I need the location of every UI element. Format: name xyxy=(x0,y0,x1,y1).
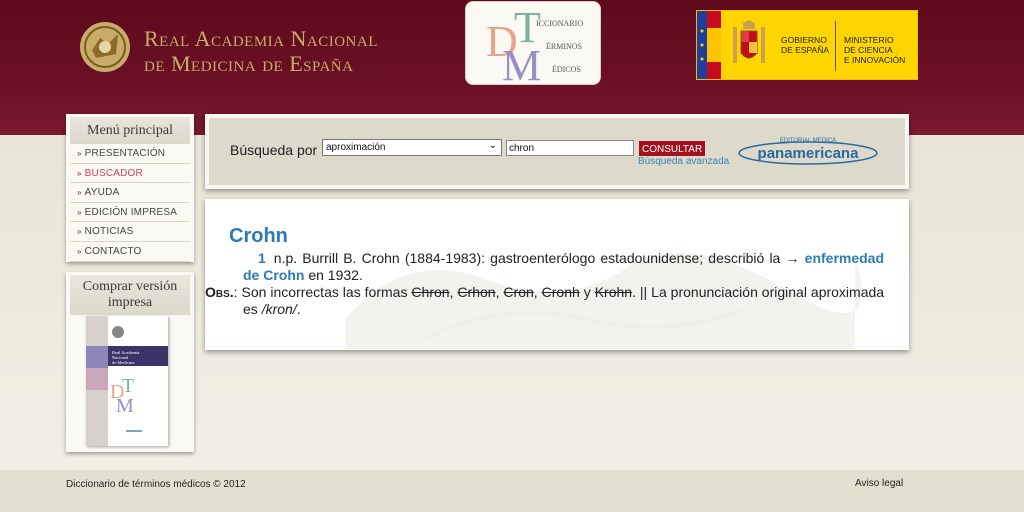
svg-text:M: M xyxy=(116,395,134,417)
gobierno-divider xyxy=(835,21,836,71)
chevron-down-icon: ⌄ xyxy=(488,140,497,151)
result-definition: 1 n.p. Burrill B. Crohn (1884-1983): gast… xyxy=(205,250,884,318)
ministerio-line3: E INNOVACIÓN xyxy=(844,55,906,65)
incorrect-form: Chron xyxy=(411,284,450,300)
main-menu-title: Menú principal xyxy=(70,117,190,144)
result-panel: Crohn 1 n.p. Burrill B. Crohn (1884-1983)… xyxy=(205,199,909,350)
menu-item-label: Noticias xyxy=(84,226,134,238)
menu-item-label: Contacto xyxy=(84,245,142,257)
bullet-icon: » xyxy=(77,168,82,178)
academy-title[interactable]: Real Academia Nacional de Medicina de Es… xyxy=(144,26,378,76)
eu-spain-flag-icon xyxy=(697,11,721,79)
academy-title-line2: de Medicina de España xyxy=(144,51,354,76)
menu-item-buscador[interactable]: » Buscador xyxy=(70,164,190,184)
search-input[interactable] xyxy=(506,140,634,156)
bullet-icon: » xyxy=(77,227,82,237)
dtm-logo[interactable]: D T M ICCIONARIO ÉRMINOS ÉDICOS xyxy=(465,1,601,90)
footer-band xyxy=(0,470,1024,512)
panamericana-logo[interactable]: EDITORIAL MEDICA panamericana xyxy=(737,133,879,167)
academy-title-line1: Real Academia Nacional xyxy=(144,26,378,51)
footer-copyright: Diccionario de términos médicos © 2012 xyxy=(66,479,246,490)
separator: , xyxy=(533,284,538,300)
menu-item-presentacion[interactable]: » Presentación xyxy=(70,144,190,164)
buy-print-title: Comprar versión impresa xyxy=(70,275,190,315)
final-period: . xyxy=(296,301,301,317)
svg-text:M: M xyxy=(502,41,541,86)
svg-text:ÉDICOS: ÉDICOS xyxy=(552,64,581,74)
legal-notice-link[interactable]: Aviso legal xyxy=(855,478,903,489)
separator: y xyxy=(583,284,591,300)
obs-intro: : Son incorrectas las formas xyxy=(233,284,408,300)
menu-item-label: Buscador xyxy=(84,167,143,179)
search-mode-select[interactable]: aproximación ⌄ xyxy=(322,139,502,156)
ministerio-line1: MINISTERIO xyxy=(844,35,894,45)
menu-item-label: Edición impresa xyxy=(84,206,178,218)
bullet-icon: » xyxy=(77,149,82,158)
book-cover-graphic: Real Academia Nacional de Medicina D T M xyxy=(86,316,168,446)
sense-number: 1 xyxy=(258,250,266,266)
separator: , xyxy=(449,284,454,300)
menu-item-contacto[interactable]: » Contacto xyxy=(70,242,190,262)
menu-item-noticias[interactable]: » Noticias xyxy=(70,222,190,242)
gobierno-line1: GOBIERNO xyxy=(781,35,827,45)
bullet-icon: » xyxy=(77,188,82,198)
dtm-logo-graphic: D T M ICCIONARIO ÉRMINOS ÉDICOS xyxy=(486,3,583,90)
search-panel: Búsqueda por aproximación ⌄ CONSULTAR Bú… xyxy=(205,114,909,189)
menu-item-label: Presentación xyxy=(84,148,166,159)
bullet-icon: » xyxy=(77,246,82,256)
svg-text:ÉRMINOS: ÉRMINOS xyxy=(546,41,582,51)
incorrect-form: Cronh xyxy=(541,284,580,300)
gobierno-line2: DE ESPAÑA xyxy=(781,45,830,55)
gobierno-logo[interactable]: GOBIERNO DE ESPAÑA MINISTERIO DE CIENCIA… xyxy=(696,10,918,80)
consultar-button[interactable]: CONSULTAR xyxy=(639,141,706,156)
academy-seal-icon[interactable] xyxy=(78,20,132,74)
search-mode-value: aproximación xyxy=(326,142,386,153)
spain-coat-of-arms-icon xyxy=(733,20,765,63)
separator: , xyxy=(495,284,500,300)
advanced-search-link[interactable]: Búsqueda avanzada xyxy=(638,156,729,167)
book-cover-image[interactable]: Real Academia Nacional de Medicina D T M xyxy=(86,316,168,446)
obs-label: Obs. xyxy=(205,284,234,300)
pronunciation: /kron/ xyxy=(261,301,297,317)
incorrect-form: Cron xyxy=(503,284,534,300)
svg-text:panamericana: panamericana xyxy=(758,145,860,162)
menu-item-edicion-impresa[interactable]: » Edición impresa xyxy=(70,203,190,223)
incorrect-form: Crhon xyxy=(457,284,496,300)
result-headword: Crohn xyxy=(229,225,288,247)
bullet-icon: » xyxy=(77,207,82,217)
menu-item-ayuda[interactable]: » Ayuda xyxy=(70,183,190,203)
svg-text:ICCIONARIO: ICCIONARIO xyxy=(536,19,583,28)
incorrect-form: Krohn xyxy=(594,284,633,300)
search-label: Búsqueda por xyxy=(230,142,318,158)
definition-tail: en 1932. xyxy=(308,267,363,283)
ministerio-text: MINISTERIO DE CIENCIA E INNOVACIÓN xyxy=(844,35,905,65)
gobierno-text: GOBIERNO DE ESPAÑA xyxy=(781,35,829,55)
svg-text:T: T xyxy=(122,375,134,397)
buy-print-box: Comprar versión impresa Real Academia Na… xyxy=(66,272,194,452)
svg-text:de Medicina: de Medicina xyxy=(112,360,134,365)
definition-text: n.p. Burrill B. Crohn (1884-1983): gastr… xyxy=(273,250,800,266)
ministerio-line2: DE CIENCIA xyxy=(844,45,893,55)
svg-text:EDITORIAL MEDICA: EDITORIAL MEDICA xyxy=(780,138,836,144)
menu-item-label: Ayuda xyxy=(84,187,120,199)
main-menu: Menú principal » Presentación » Buscador »… xyxy=(66,114,194,262)
